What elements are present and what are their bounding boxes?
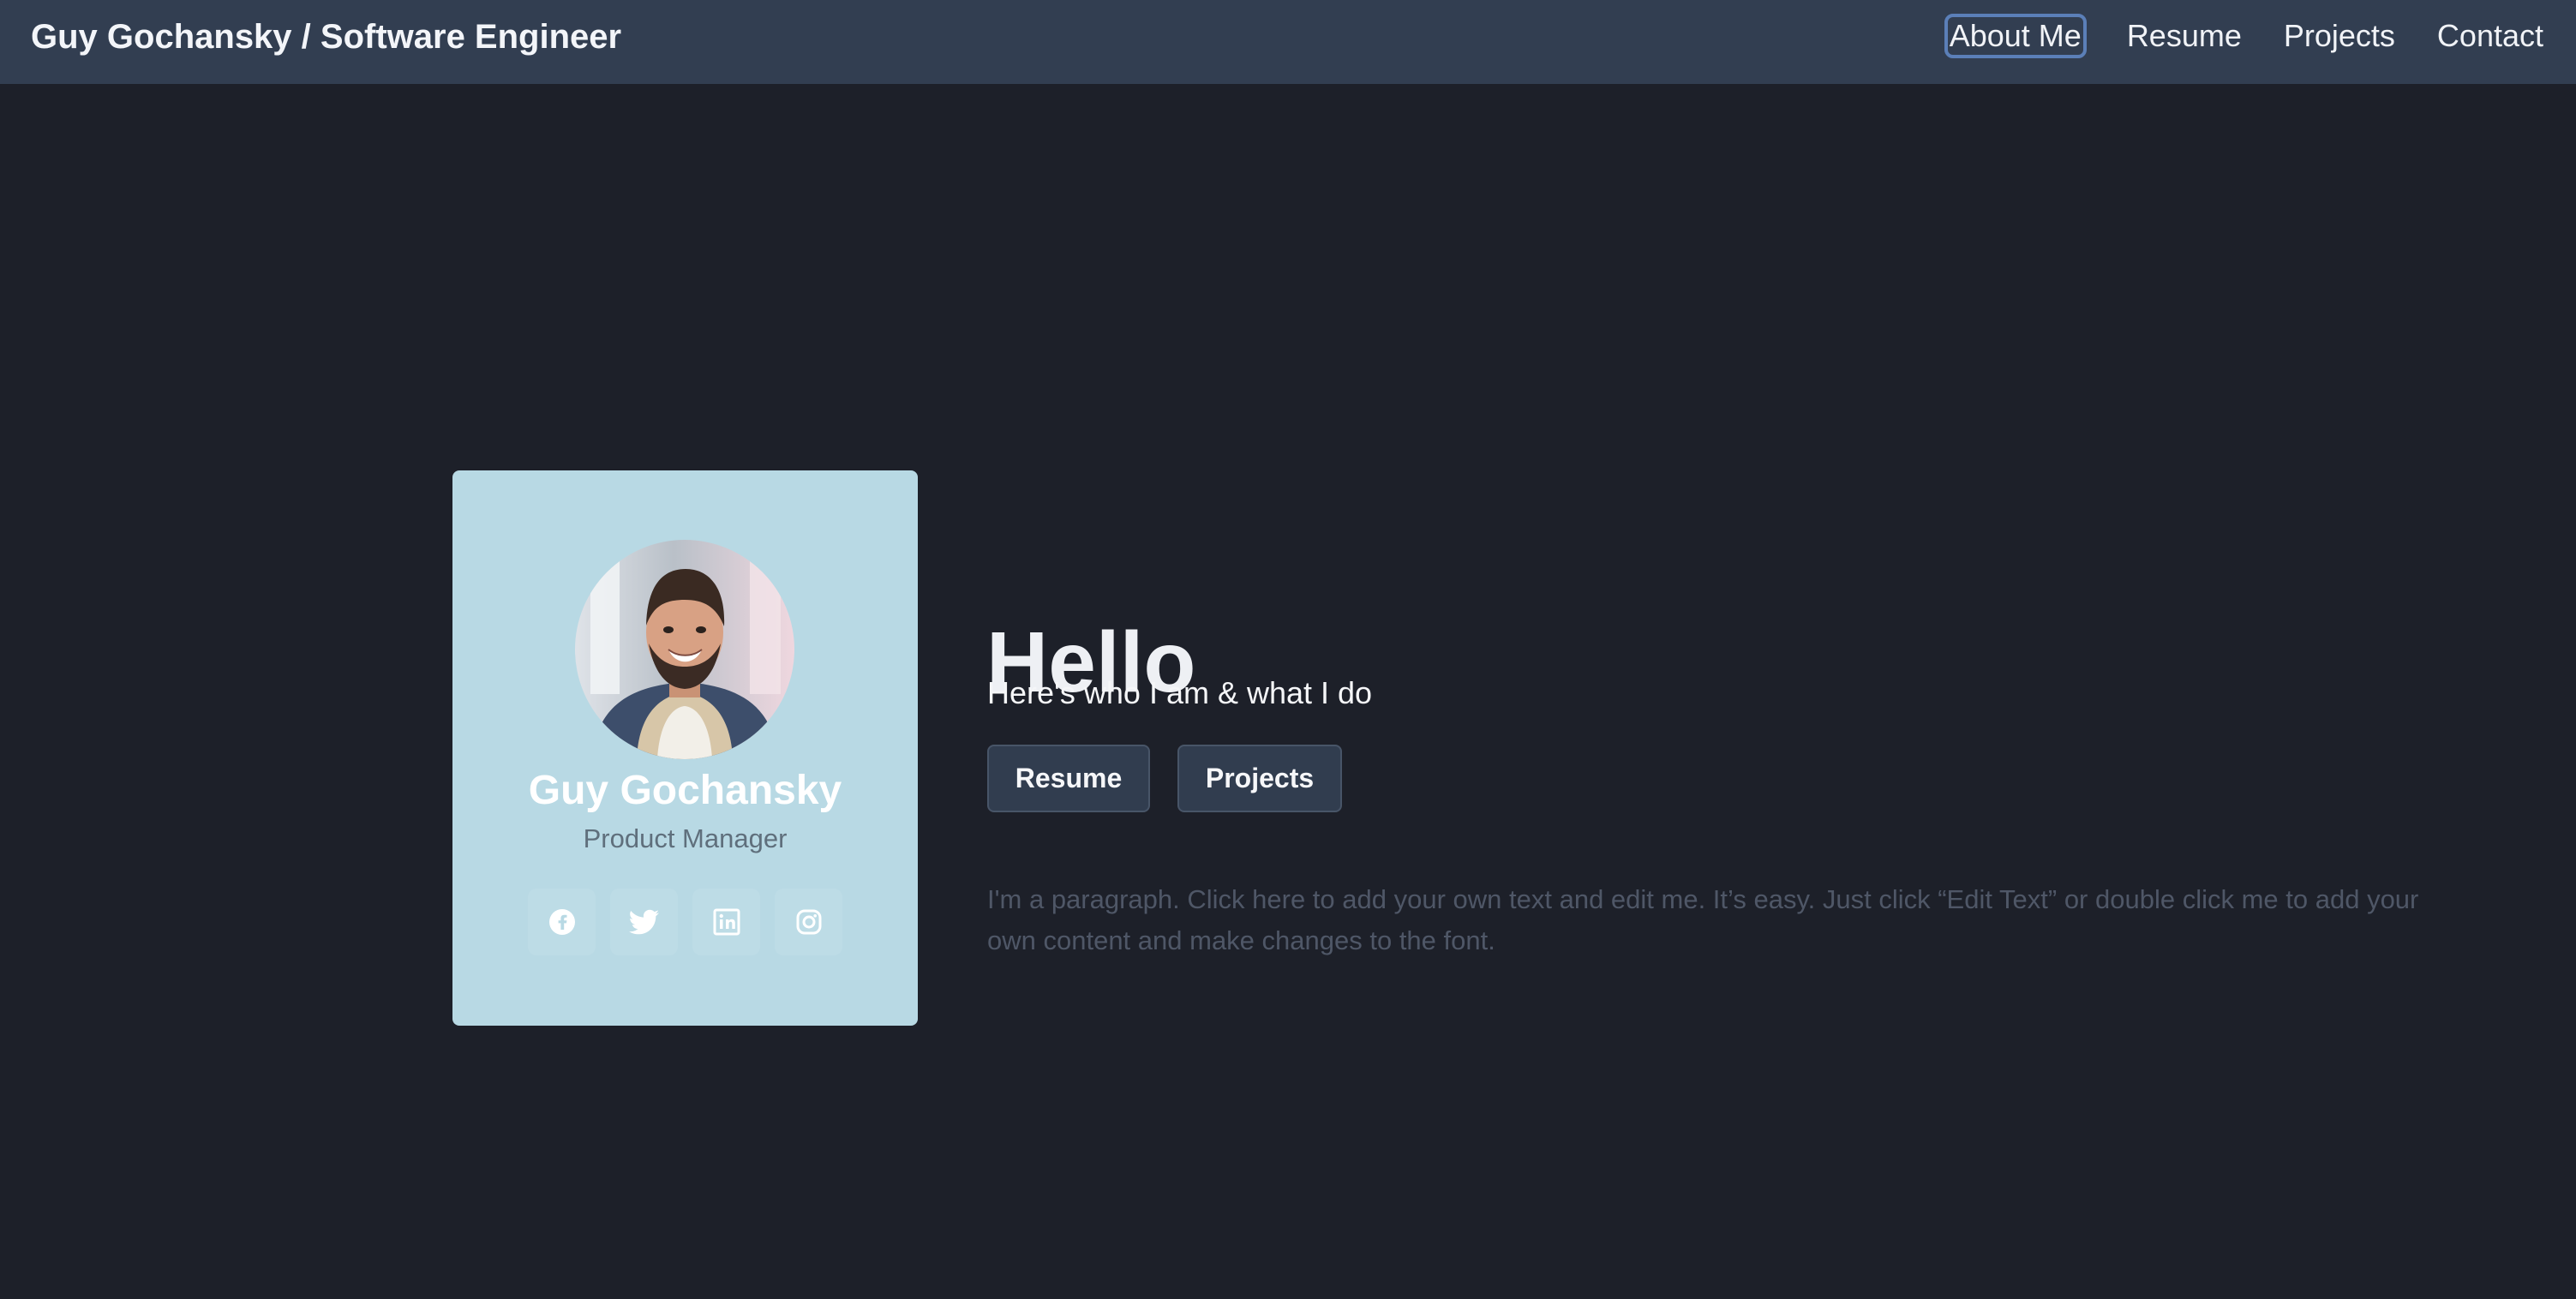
nav-contact[interactable]: Contact: [2435, 15, 2545, 57]
projects-button[interactable]: Projects: [1177, 745, 1342, 812]
instagram-link[interactable]: [775, 889, 842, 955]
linkedin-icon: [713, 908, 740, 936]
about-paragraph[interactable]: I'm a paragraph. Click here to add your …: [987, 879, 2470, 961]
nav-projects[interactable]: Projects: [2282, 15, 2397, 57]
profile-avatar: [575, 540, 794, 759]
profile-name: Guy Gochansky: [528, 768, 842, 813]
twitter-link[interactable]: [610, 889, 678, 955]
profile-photo: [575, 540, 794, 759]
resume-button[interactable]: Resume: [987, 745, 1150, 812]
nav-resume[interactable]: Resume: [2125, 15, 2244, 57]
site-title[interactable]: Guy Gochansky / Software Engineer: [31, 15, 621, 58]
linkedin-link[interactable]: [692, 889, 760, 955]
nav-about-me[interactable]: About Me: [1944, 14, 2087, 58]
profile-card: Guy Gochansky Product Manager: [452, 470, 918, 1026]
top-navigation-bar: Guy Gochansky / Software Engineer About …: [0, 0, 2576, 84]
facebook-link[interactable]: [528, 889, 596, 955]
main-navigation: About Me Resume Projects Contact: [1944, 12, 2545, 60]
hero-subtitle: Here's who I am & what I do: [987, 675, 1373, 710]
facebook-icon: [548, 909, 575, 935]
twitter-icon: [628, 909, 659, 935]
social-links: [528, 889, 842, 955]
profile-role: Product Manager: [583, 823, 788, 853]
instagram-icon: [796, 909, 821, 935]
